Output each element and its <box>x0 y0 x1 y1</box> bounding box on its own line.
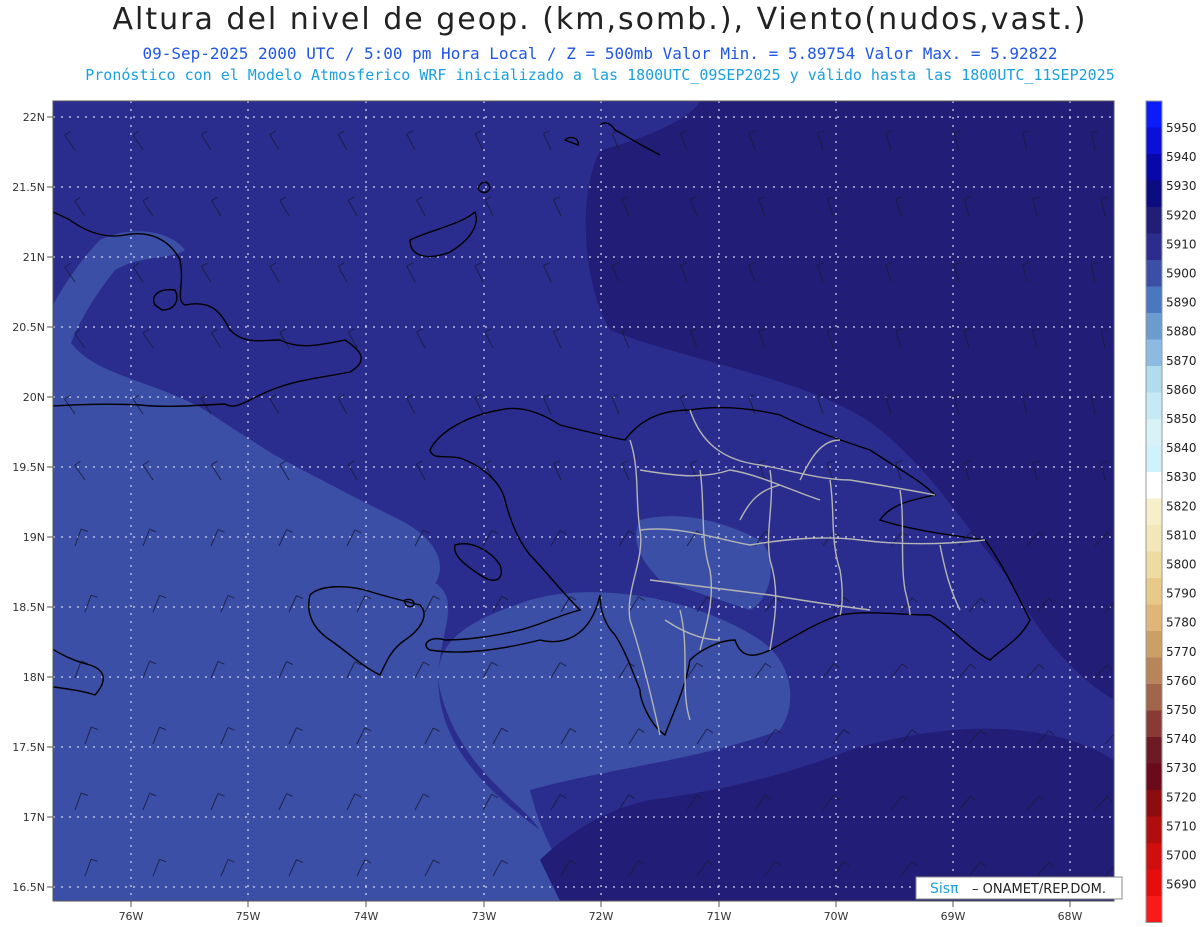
legend-label: 5880 <box>1166 325 1197 339</box>
lon-label: 68W <box>1058 910 1083 923</box>
legend-swatch <box>1146 737 1162 764</box>
legend-label: 5950 <box>1166 121 1197 135</box>
credit-box: Sisπ – ONAMET/REP.DOM. <box>915 876 1123 900</box>
lat-label: 19.5N <box>12 461 45 474</box>
legend-swatch <box>1146 286 1162 313</box>
legend-swatch <box>1146 207 1162 234</box>
legend-swatch <box>1146 816 1162 843</box>
legend-swatch <box>1146 763 1162 790</box>
legend-swatch <box>1146 551 1162 578</box>
legend-label: 5790 <box>1166 587 1197 601</box>
lat-label: 18.5N <box>12 601 45 614</box>
legend-swatch <box>1146 631 1162 658</box>
legend-label: 5910 <box>1166 237 1197 251</box>
legend-swatch <box>1146 604 1162 631</box>
lon-label: 72W <box>589 910 614 923</box>
lat-label: 18N <box>23 671 45 684</box>
legend-swatch <box>1146 896 1162 923</box>
geopotential-map: 22N 21.5N 21N 20.5N 20N 19.5N 19N 18.5N 18N 17.5N… <box>12 100 1197 923</box>
lon-label: 71W <box>707 910 732 923</box>
legend-label: 5930 <box>1166 179 1197 193</box>
credit-text: – ONAMET/REP.DOM. <box>972 882 1106 897</box>
legend-label: 5730 <box>1166 761 1197 775</box>
map-area <box>53 101 1114 901</box>
legend-swatch <box>1146 260 1162 287</box>
legend-label: 5700 <box>1166 849 1197 863</box>
legend-label: 5770 <box>1166 645 1197 659</box>
legend-swatch <box>1146 525 1162 552</box>
lat-label: 17.5N <box>12 741 45 754</box>
legend-swatch <box>1146 869 1162 896</box>
lat-label: 17N <box>23 811 45 824</box>
legend-label: 5890 <box>1166 296 1197 310</box>
lat-label: 16.5N <box>12 881 45 894</box>
lat-label: 20N <box>23 391 45 404</box>
legend-swatch <box>1146 790 1162 817</box>
legend-swatch <box>1146 578 1162 605</box>
legend-label: 5750 <box>1166 703 1197 717</box>
legend-swatch <box>1146 843 1162 870</box>
legend-label: 5690 <box>1166 878 1197 892</box>
legend-swatch <box>1146 472 1162 499</box>
legend-label: 5720 <box>1166 790 1197 804</box>
legend-swatch <box>1146 154 1162 181</box>
lon-label: 69W <box>941 910 966 923</box>
lat-label: 21N <box>23 251 45 264</box>
legend-label: 5820 <box>1166 499 1197 513</box>
lon-label: 76W <box>119 910 144 923</box>
lon-label: 74W <box>354 910 379 923</box>
legend-label: 5840 <box>1166 441 1197 455</box>
legend-label: 5850 <box>1166 412 1197 426</box>
lat-label: 21.5N <box>12 181 45 194</box>
legend-label: 5740 <box>1166 732 1197 746</box>
legend-swatch <box>1146 419 1162 446</box>
color-legend: 5950 5940 5930 5920 5910 5900 5890 5880 5870 5860… <box>1145 100 1197 923</box>
legend-swatch <box>1146 498 1162 525</box>
lon-label: 73W <box>472 910 497 923</box>
legend-swatch <box>1146 392 1162 419</box>
legend-label: 5760 <box>1166 674 1197 688</box>
legend-label: 5780 <box>1166 616 1197 630</box>
legend-label: 5900 <box>1166 267 1197 281</box>
legend-label: 5810 <box>1166 528 1197 542</box>
credit-brand: Sisπ <box>930 881 959 897</box>
legend-label: 5940 <box>1166 150 1197 164</box>
legend-label: 5710 <box>1166 819 1197 833</box>
lat-label: 22N <box>23 111 45 124</box>
lat-label: 19N <box>23 531 45 544</box>
legend-label: 5860 <box>1166 383 1197 397</box>
legend-swatch <box>1146 684 1162 711</box>
lon-label: 75W <box>236 910 261 923</box>
legend-swatch <box>1146 445 1162 472</box>
legend-swatch <box>1146 710 1162 737</box>
legend-swatch <box>1146 101 1162 128</box>
legend-swatch <box>1146 313 1162 340</box>
legend-swatch <box>1146 339 1162 366</box>
legend-label: 5800 <box>1166 558 1197 572</box>
lon-label: 70W <box>824 910 849 923</box>
legend-label: 5830 <box>1166 470 1197 484</box>
legend-swatch <box>1146 180 1162 207</box>
legend-label: 5920 <box>1166 208 1197 222</box>
legend-swatch <box>1146 233 1162 260</box>
legend-swatch <box>1146 127 1162 154</box>
legend-swatch <box>1146 657 1162 684</box>
lat-label: 20.5N <box>12 321 45 334</box>
legend-swatch <box>1146 366 1162 393</box>
legend-label: 5870 <box>1166 354 1197 368</box>
